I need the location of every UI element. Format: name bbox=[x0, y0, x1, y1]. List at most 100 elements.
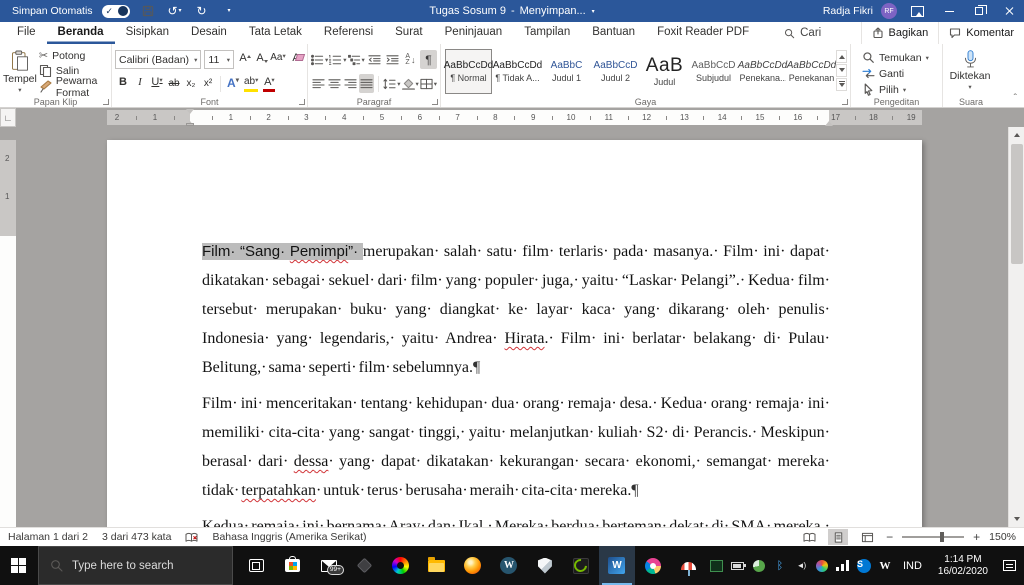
read-mode-button[interactable] bbox=[799, 529, 819, 545]
search-box[interactable]: Cari bbox=[784, 27, 821, 39]
vertical-ruler[interactable]: 21 bbox=[0, 140, 16, 527]
sort-button[interactable]: AZ↓ bbox=[402, 50, 419, 69]
tab-file[interactable]: File bbox=[6, 22, 47, 44]
w-tray-tray-button[interactable]: W bbox=[875, 554, 895, 578]
tab-stop-selector[interactable]: ∟ bbox=[0, 108, 16, 127]
tab-surat[interactable]: Surat bbox=[384, 22, 434, 44]
zoom-level[interactable]: 150% bbox=[989, 531, 1016, 543]
style--normal[interactable]: AaBbCcDd¶ Normal bbox=[445, 49, 492, 94]
taskbar-defender-button[interactable] bbox=[527, 546, 563, 585]
zoom-in-icon[interactable]: + bbox=[973, 530, 980, 544]
tab-sisipkan[interactable]: Sisipkan bbox=[115, 22, 180, 44]
signal-tray-button[interactable] bbox=[833, 554, 853, 578]
tab-bantuan[interactable]: Bantuan bbox=[581, 22, 646, 44]
dictate-button[interactable]: Diktekan ▾ bbox=[946, 47, 994, 94]
taskbar-nvidia-button[interactable] bbox=[563, 546, 599, 585]
title-dropdown-icon[interactable]: ▾ bbox=[592, 8, 595, 15]
zoom-slider[interactable] bbox=[902, 536, 964, 538]
taskbar-firefox-button[interactable] bbox=[455, 546, 491, 585]
language-switcher[interactable]: IND bbox=[895, 560, 930, 572]
change-case-button[interactable]: Aa▾ bbox=[269, 51, 287, 69]
pinwheel-tray-tray-button[interactable] bbox=[812, 554, 832, 578]
decrease-indent-button[interactable] bbox=[366, 50, 383, 69]
style-penekanan[interactable]: AaBbCcDdPenekanan bbox=[788, 49, 835, 94]
taskbar-task-view-button[interactable] bbox=[239, 546, 275, 585]
page[interactable]: Film· “Sang· Pemimpi”· merupakan· salah·… bbox=[107, 140, 922, 527]
taskbar-search-input[interactable] bbox=[72, 560, 232, 572]
pie-tray-tray-button[interactable] bbox=[749, 554, 769, 578]
font-name-select[interactable]: Calibri (Badan)▾ bbox=[115, 50, 201, 69]
line-spacing-button[interactable]: ▾ bbox=[383, 74, 400, 93]
tab-tata-letak[interactable]: Tata Letak bbox=[238, 22, 313, 44]
numbering-button[interactable]: ▾ bbox=[329, 50, 346, 69]
scroll-down-icon[interactable] bbox=[1009, 512, 1024, 527]
font-dialog-launcher-icon[interactable] bbox=[299, 99, 305, 105]
taskbar-mail-button[interactable]: 99+ bbox=[311, 546, 347, 585]
taskbar-wordpress-button[interactable]: W bbox=[491, 546, 527, 585]
autosave-toggle[interactable]: ✓ bbox=[102, 5, 130, 18]
find-button[interactable]: Temukan▾ bbox=[860, 51, 931, 64]
vertical-scrollbar[interactable] bbox=[1008, 127, 1024, 527]
styles-dialog-launcher-icon[interactable] bbox=[842, 99, 848, 105]
multilevel-list-button[interactable]: ▾ bbox=[348, 50, 365, 69]
align-center-button[interactable] bbox=[327, 74, 342, 93]
style-judul[interactable]: AaBJudul bbox=[641, 49, 688, 94]
qat-customize-icon[interactable]: ▾ bbox=[220, 2, 238, 20]
underline-button[interactable]: U▾ bbox=[149, 75, 165, 93]
show-formatting-marks-button[interactable]: ¶ bbox=[420, 50, 437, 69]
borders-button[interactable]: ▾ bbox=[420, 74, 437, 93]
ribbon-display-options-icon[interactable] bbox=[911, 6, 924, 17]
print-layout-button[interactable] bbox=[828, 529, 848, 545]
style-judul-1[interactable]: AaBbCJudul 1 bbox=[543, 49, 590, 94]
styles-scroll-up-icon[interactable] bbox=[836, 50, 847, 63]
tab-desain[interactable]: Desain bbox=[180, 22, 238, 44]
tab-referensi[interactable]: Referensi bbox=[313, 22, 384, 44]
web-layout-button[interactable] bbox=[857, 529, 877, 545]
volume-tray-button[interactable]: ◄) bbox=[791, 554, 811, 578]
style--tidak-a-[interactable]: AaBbCcDd¶ Tidak A... bbox=[494, 49, 541, 94]
taskbar-store-button[interactable] bbox=[275, 546, 311, 585]
restore-button[interactable] bbox=[964, 0, 994, 22]
comment-button[interactable]: Komentar bbox=[938, 22, 1024, 44]
style-judul-2[interactable]: AaBbCcDJudul 2 bbox=[592, 49, 639, 94]
bold-button[interactable]: B bbox=[115, 75, 131, 93]
taskbar-color-wheel-button[interactable] bbox=[383, 546, 419, 585]
taskbar-paint-button[interactable] bbox=[635, 546, 671, 585]
font-color-button[interactable]: A▾ bbox=[261, 75, 277, 93]
paste-dropdown-icon[interactable]: ▾ bbox=[18, 86, 21, 94]
taskbar-file-explorer-button[interactable] bbox=[419, 546, 455, 585]
replace-button[interactable]: Ganti bbox=[860, 67, 931, 80]
increase-indent-button[interactable] bbox=[384, 50, 401, 69]
shrink-font-button[interactable]: A bbox=[252, 51, 268, 69]
zoom-out-icon[interactable]: − bbox=[886, 530, 893, 544]
highlight-color-button[interactable]: ab▾ bbox=[242, 75, 260, 93]
clock[interactable]: 1:14 PM 16/02/2020 bbox=[930, 554, 996, 578]
italic-button[interactable]: I bbox=[132, 75, 148, 93]
battery-tray-button[interactable] bbox=[728, 554, 748, 578]
close-button[interactable] bbox=[994, 0, 1024, 22]
tab-foxit-reader-pdf[interactable]: Foxit Reader PDF bbox=[646, 22, 760, 44]
collapse-ribbon-icon[interactable]: ˆ bbox=[1014, 93, 1017, 104]
account-name[interactable]: Radja Fikri bbox=[823, 5, 873, 17]
superscript-button[interactable]: x² bbox=[200, 75, 216, 93]
redo-icon[interactable]: ↻ bbox=[193, 2, 211, 20]
style-penekana-[interactable]: AaBbCcDdPenekana... bbox=[739, 49, 786, 94]
zoom-slider-thumb[interactable] bbox=[940, 532, 944, 542]
paragraph[interactable]: Film· “Sang· Pemimpi”· merupakan· salah·… bbox=[202, 237, 830, 382]
cut-button[interactable]: ✂Potong bbox=[37, 49, 108, 62]
tab-peninjauan[interactable]: Peninjauan bbox=[434, 22, 514, 44]
scroll-up-icon[interactable] bbox=[1009, 127, 1024, 142]
align-left-button[interactable] bbox=[311, 74, 326, 93]
share-button[interactable]: Bagikan bbox=[861, 22, 939, 44]
bullets-button[interactable]: ▾ bbox=[311, 50, 328, 69]
font-size-select[interactable]: 11▾ bbox=[204, 50, 234, 69]
select-button[interactable]: Pilih▾ bbox=[860, 83, 931, 96]
taskbar-search[interactable] bbox=[38, 546, 233, 585]
taskbar-umbrella-app-button[interactable] bbox=[671, 546, 707, 585]
left-indent-marker[interactable] bbox=[186, 123, 194, 126]
shading-button[interactable]: ▾ bbox=[402, 74, 419, 93]
styles-scroll-down-icon[interactable] bbox=[836, 64, 847, 77]
format-painter-button[interactable]: Pewarna Format bbox=[37, 79, 108, 94]
paste-button[interactable]: Tempel ▾ bbox=[3, 47, 37, 94]
subscript-button[interactable]: x₂ bbox=[183, 75, 199, 93]
